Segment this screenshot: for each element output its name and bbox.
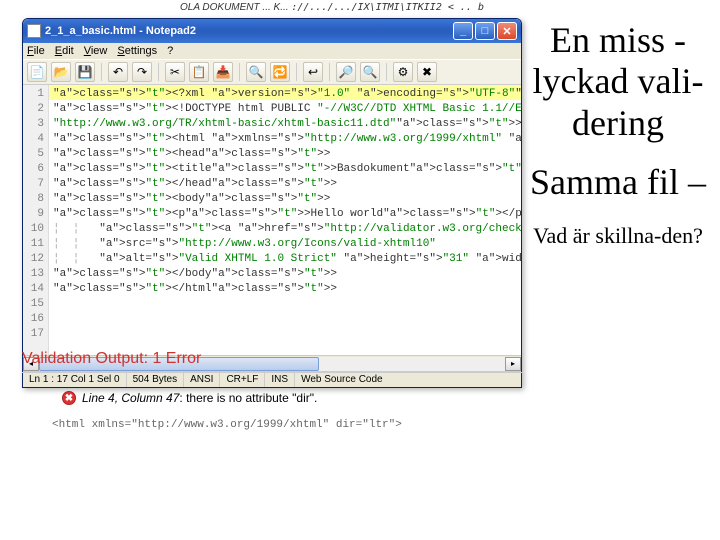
code-line[interactable]: "a">class="s">"t"><?xml "a">version="s">…: [53, 87, 517, 102]
code-line[interactable]: "a">class="s">"t"><title"a">class="s">"t…: [53, 162, 517, 177]
code-line[interactable]: "a">class="s">"t"><p"a">class="s">"t">>H…: [53, 207, 517, 222]
code-line[interactable]: "a">class="s">"t"></body"a">class="s">"t…: [53, 267, 517, 282]
line-gutter: 1234567891011121314151617: [23, 85, 49, 355]
code-line[interactable]: "http://www.w3.org/TR/xhtml-basic/xhtml-…: [53, 117, 517, 132]
validation-output: Validation Output: 1 Error ✖ Line 4, Col…: [22, 350, 522, 431]
menu-view[interactable]: View: [84, 45, 108, 57]
titlebar[interactable]: 2_1_a_basic.html - Notepad2 _ □ ✕: [23, 19, 521, 43]
code-line[interactable]: ¦ ¦ "a">alt="s">"Valid XHTML 1.0 Strict"…: [53, 252, 517, 267]
paste-button[interactable]: 📥: [213, 62, 233, 82]
window-title: 2_1_a_basic.html - Notepad2: [45, 25, 453, 37]
error-message: : there is no attribute "dir".: [179, 391, 317, 405]
error-icon: ✖: [62, 391, 76, 405]
menu-file[interactable]: File: [27, 45, 45, 57]
slide-text: En miss -lyckad vali-dering Samma fil – …: [528, 20, 708, 249]
minimize-button[interactable]: _: [453, 22, 473, 40]
open-file-button[interactable]: 📂: [51, 62, 71, 82]
code-line[interactable]: "a">class="s">"t"><html "a">xmlns="s">"h…: [53, 132, 517, 147]
code-line[interactable]: ¦ ¦ "a">class="s">"t"><a "a">href="s">"h…: [53, 222, 517, 237]
code-line[interactable]: "a">class="s">"t"><!DOCTYPE html PUBLIC …: [53, 102, 517, 117]
menu-settings[interactable]: Settings: [117, 45, 157, 57]
app-icon: [27, 24, 41, 38]
cut-button[interactable]: ✂: [165, 62, 185, 82]
close-button[interactable]: ✕: [497, 22, 517, 40]
code-line[interactable]: "a">class="s">"t"><head"a">class="s">"t"…: [53, 147, 517, 162]
editor[interactable]: 1234567891011121314151617 "a">class="s">…: [23, 85, 521, 355]
find-button[interactable]: 🔍: [246, 62, 266, 82]
notepad2-window: 2_1_a_basic.html - Notepad2 _ □ ✕ File E…: [22, 18, 522, 388]
copy-button[interactable]: 📋: [189, 62, 209, 82]
menubar: File Edit View Settings ?: [23, 43, 521, 59]
toolbar: 📄 📂 💾 ↶ ↷ ✂ 📋 📥 🔍 🔁 ↩ 🔎 🔍 ⚙ ✖: [23, 59, 521, 85]
error-location: Line 4, Column 47: [82, 391, 179, 405]
code-line[interactable]: "a">class="s">"t"></head"a">class="s">"t…: [53, 177, 517, 192]
replace-button[interactable]: 🔁: [270, 62, 290, 82]
heading-main: En miss -lyckad vali-dering: [528, 20, 708, 144]
maximize-button[interactable]: □: [475, 22, 495, 40]
code-line[interactable]: "a">class="s">"t"></html"a">class="s">"t…: [53, 282, 517, 297]
validation-title: Validation Output: 1 Error: [22, 350, 522, 373]
wordwrap-button[interactable]: ↩: [303, 62, 323, 82]
undo-button[interactable]: ↶: [108, 62, 128, 82]
settings-button[interactable]: ⚙: [393, 62, 413, 82]
new-file-button[interactable]: 📄: [27, 62, 47, 82]
exit-button[interactable]: ✖: [417, 62, 437, 82]
validation-error: ✖ Line 4, Column 47: there is no attribu…: [62, 391, 522, 405]
zoom-in-button[interactable]: 🔎: [336, 62, 356, 82]
heading-secondary: Samma fil –: [528, 162, 708, 203]
zoom-out-button[interactable]: 🔍: [360, 62, 380, 82]
menu-edit[interactable]: Edit: [55, 45, 74, 57]
code-line[interactable]: "a">class="s">"t"><body"a">class="s">"t"…: [53, 192, 517, 207]
menu-help[interactable]: ?: [167, 45, 173, 57]
heading-sub: Vad är skillna-den?: [528, 222, 708, 250]
code-area[interactable]: "a">class="s">"t"><?xml "a">version="s">…: [49, 85, 521, 355]
redo-button[interactable]: ↷: [132, 62, 152, 82]
save-button[interactable]: 💾: [75, 62, 95, 82]
validation-snippet: <html xmlns="http://www.w3.org/1999/xhtm…: [52, 419, 522, 431]
code-line[interactable]: ¦ ¦ "a">src="s">"http://www.w3.org/Icons…: [53, 237, 517, 252]
breadcrumb: OLA DOKUMENT ... K... ://.../.../IX\ITMI…: [180, 2, 484, 13]
